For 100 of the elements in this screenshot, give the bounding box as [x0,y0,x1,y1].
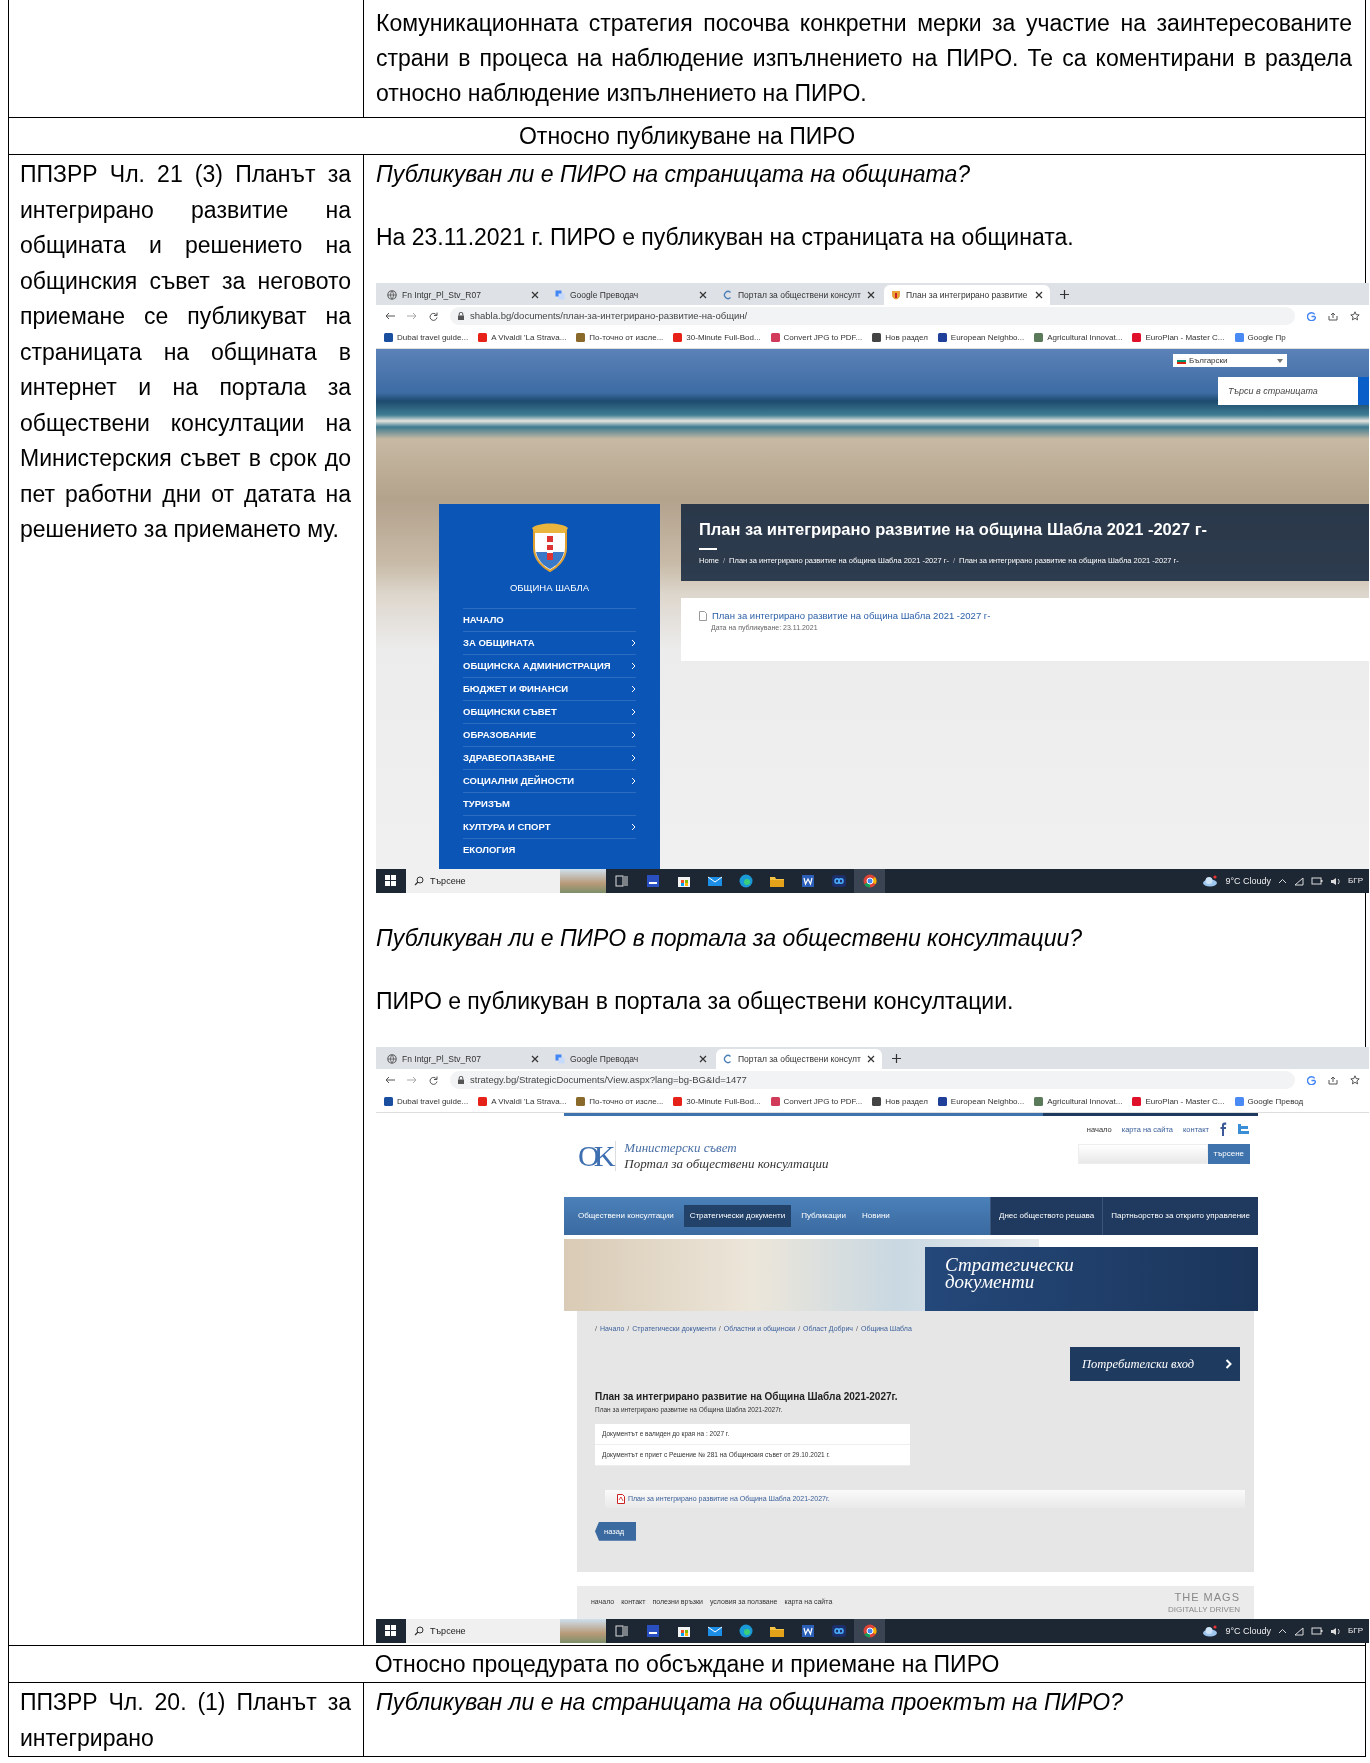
bookmark[interactable]: 30-Minute Full-Bod... [673,332,761,343]
speaker-icon[interactable] [1330,876,1342,886]
browser-tab[interactable]: Портал за обществени консулт [716,1049,882,1069]
menu-item[interactable]: БЮДЖЕТ И ФИНАНСИ [463,677,636,700]
keyboard-language[interactable]: БГР [1348,876,1363,886]
nav-tab[interactable]: Стратегически документи [683,1205,792,1227]
speaker-icon[interactable] [1330,1626,1342,1636]
search-button[interactable]: търсене [1207,1144,1250,1164]
bookmark[interactable]: По-точно от изсле... [576,1096,664,1107]
battery-icon[interactable] [1311,1627,1324,1635]
social-f-icon[interactable] [1219,1122,1227,1136]
bookmark[interactable]: Convert JPG to PDF... [770,1096,863,1107]
bookmark[interactable]: Google Пр [1234,332,1286,343]
browser-tab[interactable]: План за интегрирано развитие [884,285,1050,305]
city-picture [560,869,606,893]
menu-item[interactable]: ОБЩИНСКИ СЪВЕТ [463,700,636,723]
menu-item[interactable]: ЗА ОБЩИНАТА [463,631,636,654]
bookmark[interactable]: A Vivaldi 'La Strava... [478,1096,567,1107]
star-icon[interactable] [1350,311,1360,321]
scanner-icon[interactable] [644,873,661,889]
back-arrow-icon[interactable] [385,312,395,320]
login-button[interactable]: Потребителски вход [1070,1347,1240,1382]
bookmark[interactable]: Нов раздел [872,1096,928,1107]
menu-item[interactable]: ОБРАЗОВАНИЕ [463,723,636,746]
nav-tab[interactable]: Обществени консултации [572,1205,680,1227]
bookmark[interactable]: 30-Minute Full-Bod... [673,1096,761,1107]
bookmark[interactable]: Нов раздел [872,332,928,343]
page-title: План за интегрирано развитие на община Шабла 2021 -2027 г- [699,520,1209,540]
nav-tab[interactable]: Днес обществото решава [990,1197,1103,1235]
plus-icon[interactable] [1060,289,1069,299]
document-icon [699,610,707,621]
scanner-icon[interactable] [644,1623,661,1639]
star-icon[interactable] [1350,1075,1360,1085]
document-app-icon[interactable] [799,1623,816,1639]
nav-tab[interactable]: Публикации [795,1205,852,1227]
nav-tab[interactable]: Партньорство за открито управление [1102,1197,1258,1235]
share-icon[interactable] [1328,1075,1338,1085]
close-icon[interactable] [867,291,875,299]
keyboard-language[interactable]: БГР [1348,1626,1363,1636]
browser-tab[interactable]: Google Преводач [548,1049,714,1069]
bookmark[interactable]: European Neighbo... [937,332,1025,343]
bookmark[interactable]: По-точно от изсле... [576,332,664,343]
bookmark[interactable]: Dubai travel guide... [384,332,469,343]
document-link[interactable]: План за интегрирано развитие на община Шабла 2021 -2027 г- [712,610,991,622]
taskbar-search-field[interactable]: Търсене [406,869,606,893]
language-select[interactable]: Български [1173,354,1287,367]
search-field[interactable]: Търси в страницата [1218,377,1358,405]
task-view-icon[interactable] [613,1623,630,1639]
bookmark[interactable]: EuroPlan - Master C... [1132,1096,1225,1107]
bookmark[interactable]: Agricultural Innovat... [1034,332,1123,343]
browser-tab[interactable]: Fn Intgr_Pl_Stv_R07 [380,285,546,305]
chevron-right-icon [631,685,636,693]
wheel-icon[interactable] [861,1623,878,1639]
bookmark[interactable]: EuroPlan - Master C... [1132,332,1225,343]
wifi-icon[interactable] [1294,1626,1305,1636]
menu-item[interactable]: СОЦИАЛНИ ДЕЙНОСТИ [463,769,636,792]
bookmark[interactable]: Convert JPG to PDF... [770,332,863,343]
reload-icon[interactable] [429,311,438,321]
browser-tab[interactable]: Fn Intgr_Pl_Stv_R07 [380,1049,546,1069]
nav-tab[interactable]: Новини [855,1205,896,1227]
menu-item[interactable]: ТУРИЗЪМ [463,792,636,815]
menu-item[interactable]: КУЛТУРА И СПОРТ [463,815,636,838]
share-icon[interactable] [1328,311,1338,321]
search-field[interactable] [1077,1144,1208,1164]
caret-up-icon[interactable] [1278,878,1288,884]
close-icon[interactable] [1035,291,1043,299]
bookmark[interactable]: European Neighbo... [937,1096,1025,1107]
menu-item[interactable]: ОБЩИНСКА АДМИНИСТРАЦИЯ [463,654,636,677]
taskbar-search-field[interactable]: Търсене [406,1619,606,1643]
colored-ring-icon[interactable] [1307,1075,1316,1085]
bookmark[interactable]: A Vivaldi 'La Strava... [478,332,567,343]
caret-up-icon[interactable] [1278,1628,1288,1634]
reload-icon[interactable] [429,1075,438,1085]
close-icon[interactable] [867,1055,875,1063]
colored-ring-icon[interactable] [1307,311,1316,321]
logo-subtitle: Портал за обществени консултации [624,1155,829,1172]
menu-item[interactable]: ЕКОЛОГИЯ [463,838,636,861]
address-bar[interactable]: shabla.bg/documents/план-за-интегрирано-развитие-на-общин/ [450,307,1295,325]
close-icon[interactable] [699,1055,707,1063]
bookmark[interactable]: Google Превод [1234,1096,1304,1107]
browser-tab[interactable]: Портал за обществени консулт [716,285,882,305]
close-icon[interactable] [699,291,707,299]
ring-icon [723,290,733,300]
browser-tab[interactable]: Google Преводач [548,285,714,305]
bookmark[interactable]: Agricultural Innovat... [1034,1096,1123,1107]
back-arrow-icon[interactable] [385,1076,395,1084]
close-icon[interactable] [531,291,539,299]
wheel-icon[interactable] [861,873,878,889]
menu-item[interactable]: ЗДРАВЕОПАЗВАНЕ [463,746,636,769]
task-view-icon[interactable] [613,873,630,889]
loop-icon[interactable] [830,1623,847,1639]
loop-icon[interactable] [830,873,847,889]
wifi-icon[interactable] [1294,876,1305,886]
plus-icon[interactable] [892,1053,901,1063]
address-bar[interactable]: strategy.bg/StrategicDocuments/View.aspx?lang=bg-BG&Id=1477 [450,1071,1295,1089]
bookmark[interactable]: Dubai travel guide... [384,1096,469,1107]
document-app-icon[interactable] [799,873,816,889]
menu-item[interactable]: НАЧАЛО [463,608,636,631]
battery-icon[interactable] [1311,877,1324,885]
close-icon[interactable] [531,1055,539,1063]
